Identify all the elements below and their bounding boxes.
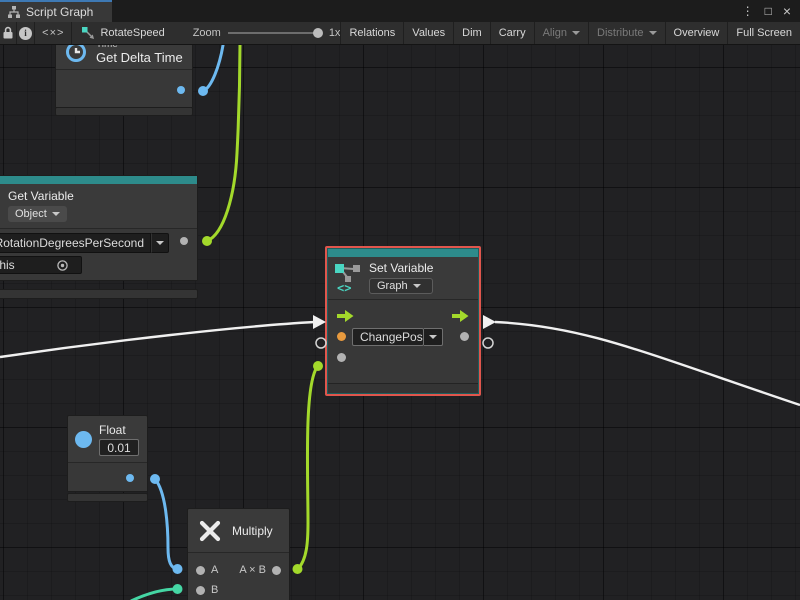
graph-icon [8, 6, 20, 18]
fullscreen-button[interactable]: Full Screen [727, 22, 800, 44]
variable-scope-dropdown[interactable]: Object [8, 206, 67, 222]
wire-end-dot [173, 564, 183, 574]
code-preview-button[interactable]: <×> [35, 22, 72, 44]
node-multiply[interactable]: Multiply A A × B B [187, 508, 290, 600]
wire-end-dot [198, 86, 208, 96]
graph-toolbar: i <×> RotateSpeed Zoom 1x Relations Valu… [0, 22, 800, 45]
tab-bar: Script Graph ⋮ □ × [0, 0, 800, 22]
node-float[interactable]: Float 0.01 [67, 415, 148, 492]
port-row-b: B [196, 580, 281, 600]
inspect-button[interactable]: i [17, 22, 35, 44]
carry-button[interactable]: Carry [490, 22, 534, 44]
flow-port-row [328, 305, 478, 326]
dropdown-arrow-icon [52, 212, 60, 216]
wire-end-dot [173, 584, 183, 594]
wire-delta-time[interactable] [203, 45, 224, 91]
node-footer [328, 383, 478, 393]
wire-end-dot [150, 474, 160, 484]
variable-scope-dropdown[interactable]: Graph [369, 278, 433, 294]
graph-name-label: RotateSpeed [100, 27, 164, 39]
dropdown-arrow-icon [413, 284, 421, 288]
svg-text:<>: <> [337, 281, 351, 293]
node-get-delta-time[interactable]: Time Get Delta Time [55, 45, 193, 108]
node-title: Set Variable [369, 261, 433, 275]
target-field[interactable]: This [0, 256, 82, 274]
port-label: B [211, 584, 218, 596]
zoom-label: Zoom [193, 27, 221, 39]
port-label: A [211, 564, 218, 576]
variable-name-dropdown-button[interactable] [424, 328, 443, 346]
input-a-port[interactable] [196, 566, 205, 575]
wire-flow-in[interactable] [0, 322, 315, 357]
zoom-slider-handle[interactable] [313, 28, 323, 38]
node-get-variable[interactable]: Get Variable Object RotationDegreesPerSe… [0, 175, 198, 281]
dropdown-arrow-icon [649, 31, 657, 35]
node-title: Float [99, 423, 126, 437]
float-icon [75, 431, 92, 448]
flow-out-port[interactable] [452, 310, 469, 322]
node-set-variable-selected[interactable]: <> Set Variable Graph ChangePos [325, 246, 481, 396]
set-variable-icon: <> [334, 263, 362, 293]
tab-script-graph[interactable]: Script Graph [0, 0, 112, 22]
node-title: Get Delta Time [96, 50, 183, 65]
relations-button[interactable]: Relations [340, 22, 403, 44]
output-port[interactable] [272, 566, 281, 575]
values-button[interactable]: Values [403, 22, 453, 44]
node-title: Get Variable [8, 189, 74, 203]
value-in-port[interactable] [337, 332, 346, 341]
code-icon: <×> [42, 27, 64, 39]
variable-name-field[interactable]: RotationDegreesPerSecond [0, 233, 151, 253]
align-button[interactable]: Align [534, 22, 588, 44]
clock-icon [64, 45, 88, 64]
close-icon[interactable]: × [783, 4, 791, 18]
info-icon: i [19, 27, 32, 40]
wire-to-multiply-b[interactable] [131, 589, 177, 600]
variable-accent-bar [0, 176, 197, 184]
variable-name-dropdown-button[interactable] [151, 233, 169, 253]
graph-canvas[interactable]: Time Get Delta Time Get Variable Object … [0, 45, 800, 600]
dim-button[interactable]: Dim [453, 22, 490, 44]
distribute-button[interactable]: Distribute [588, 22, 664, 44]
wire-end-dot [293, 564, 303, 574]
overview-button[interactable]: Overview [665, 22, 728, 44]
value-in-port[interactable] [337, 353, 346, 362]
lock-button[interactable] [0, 22, 17, 44]
lock-icon [2, 26, 14, 40]
float-value-input[interactable]: 0.01 [99, 439, 139, 456]
wire-float-to-multiply[interactable] [155, 479, 177, 569]
zoom-value: 1x [329, 27, 341, 39]
value-out-port[interactable] [460, 332, 469, 341]
variable-name-dropdown[interactable]: ChangePos [352, 328, 424, 346]
wire-end-dot [202, 236, 212, 246]
unconnected-port-circle[interactable] [483, 338, 493, 348]
node-footer [67, 493, 148, 502]
window-menu-icon[interactable]: ⋮ [742, 5, 754, 17]
node-footer [0, 289, 198, 299]
zoom-control: Zoom 1x [193, 22, 341, 44]
node-footer [55, 107, 193, 116]
wire-end-dot [313, 361, 323, 371]
dropdown-arrow-icon [572, 31, 580, 35]
toolbar-buttons: Relations Values Dim Carry Align Distrib… [340, 22, 800, 44]
input-b-port[interactable] [196, 586, 205, 595]
flow-in-port[interactable] [337, 310, 354, 322]
maximize-icon[interactable]: □ [765, 5, 772, 17]
object-picker-icon[interactable] [56, 259, 69, 272]
variable-accent-bar [328, 249, 478, 257]
zoom-slider[interactable] [228, 32, 322, 34]
script-graph-icon [82, 27, 95, 40]
multiply-icon [197, 518, 223, 544]
tab-label: Script Graph [26, 5, 93, 19]
wire-get-variable[interactable] [207, 45, 240, 241]
wire-multiply-to-set-variable[interactable] [298, 367, 317, 569]
port-label: A × B [239, 564, 266, 576]
port-row-a: A A × B [196, 560, 281, 580]
wire-flow-out[interactable] [495, 322, 800, 405]
graph-reference[interactable]: RotateSpeed [82, 22, 164, 44]
node-title: Multiply [232, 524, 273, 538]
flow-out-arrowhead [483, 315, 496, 329]
